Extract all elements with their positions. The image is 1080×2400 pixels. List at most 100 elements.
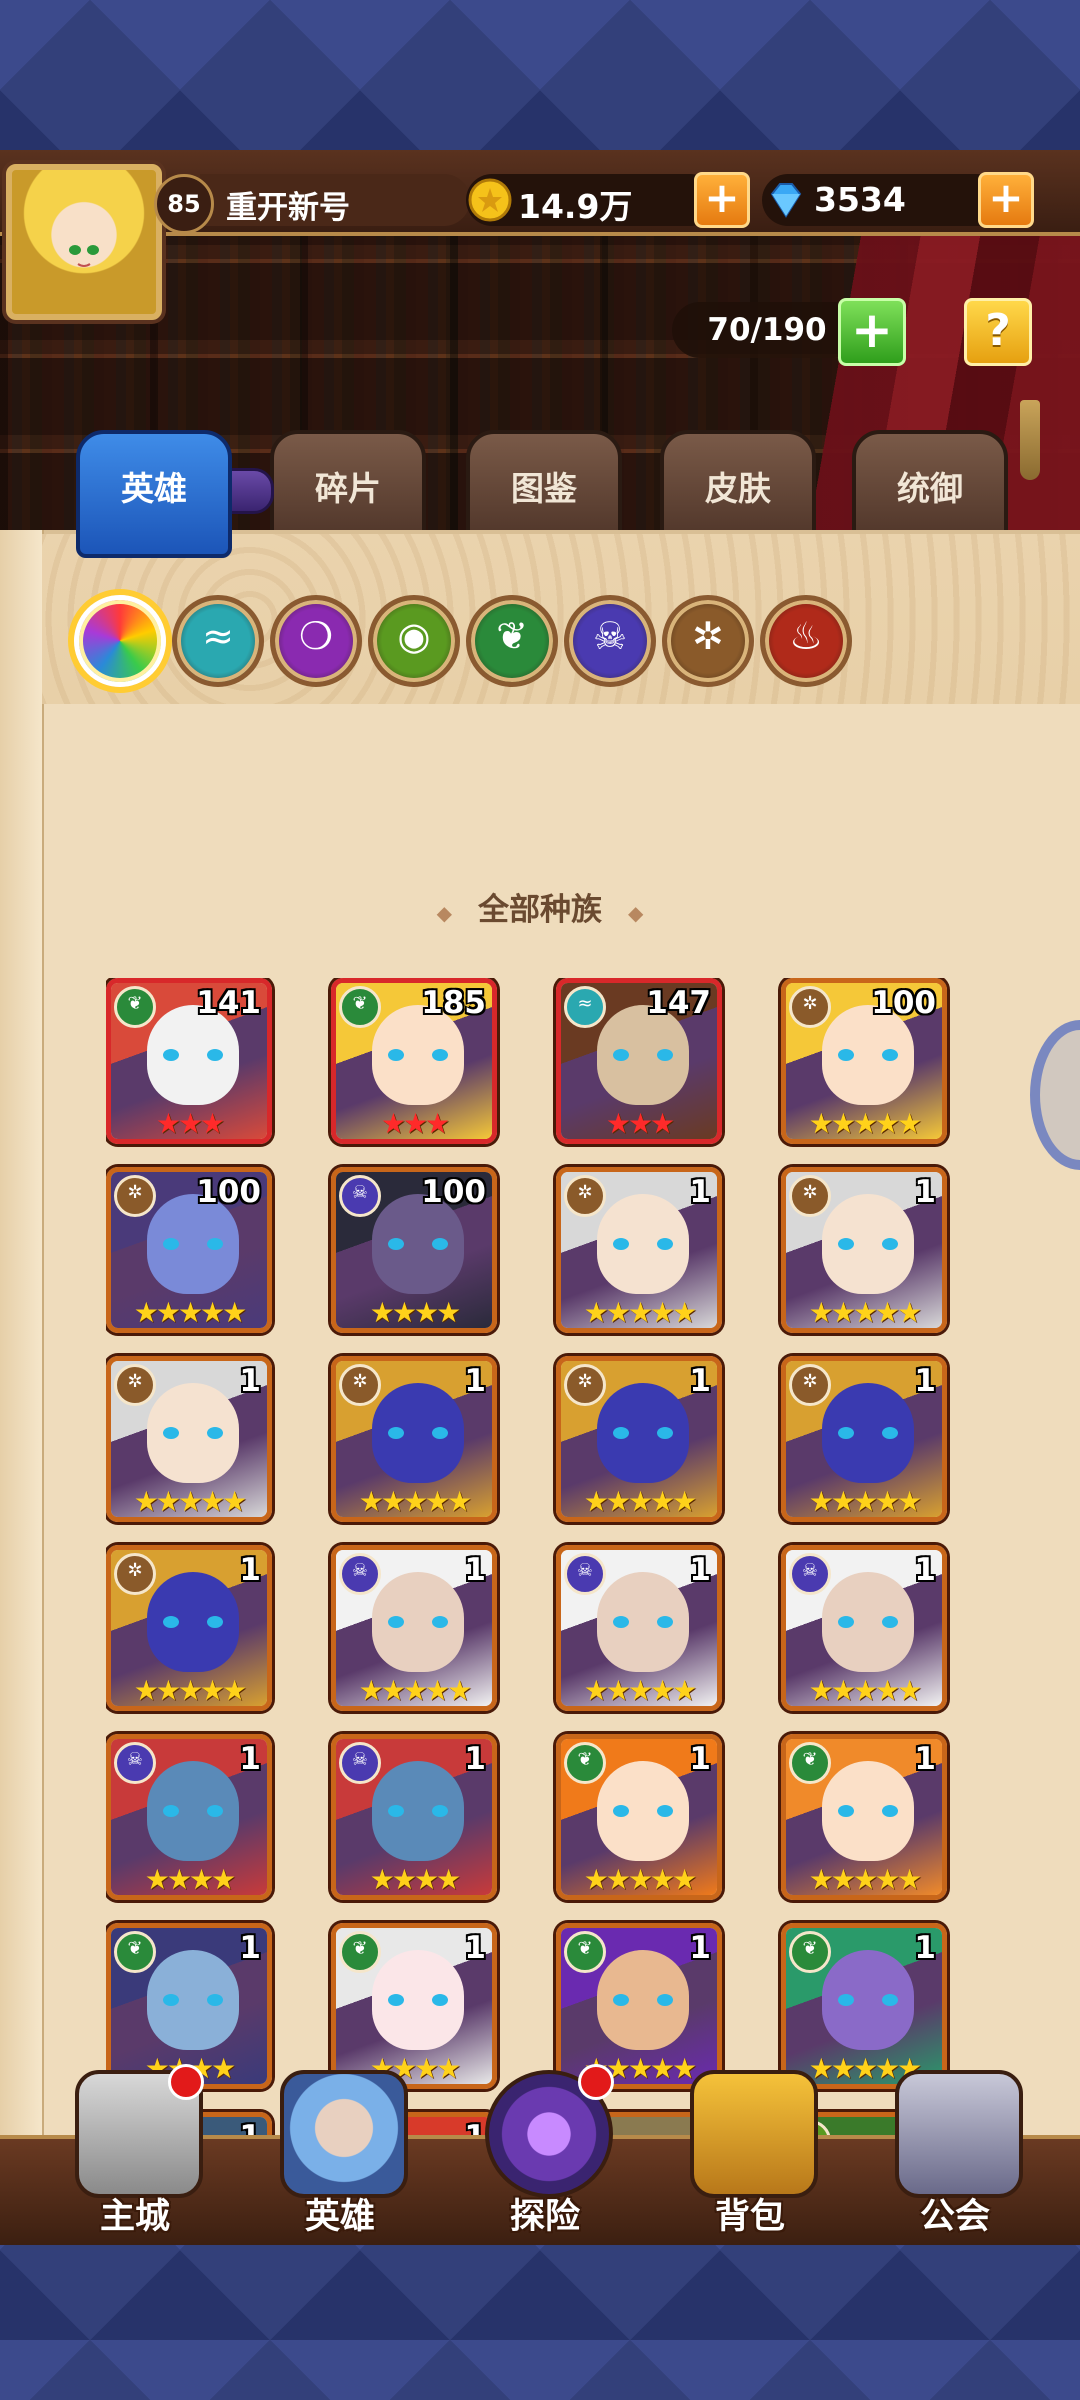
hero-card[interactable]: ❦ 185 ★★★ (331, 978, 497, 1144)
abyss-race-icon: ☠ (114, 1742, 156, 1784)
nav-label: 公会 (919, 2197, 990, 2237)
hero-card[interactable]: ☠ 1 ★★★★★ (331, 1545, 497, 1711)
diamond-counter: 3534 (762, 174, 1002, 226)
hero-stars: ★★★★★ (808, 1863, 923, 1896)
race-filter-fortress-purple[interactable]: ❍ (270, 595, 362, 687)
hero-level: 1 (689, 1741, 711, 1777)
hero-eye (207, 1049, 223, 1061)
leaf-icon: ❦ (496, 614, 528, 658)
light-race-icon: ✲ (564, 1175, 606, 1217)
hero-eye (388, 1049, 404, 1061)
nav-guild-tower[interactable]: 公会 (870, 2060, 1040, 2245)
nav-castle[interactable]: 主城 (50, 2060, 220, 2245)
hero-level: 1 (239, 1741, 261, 1777)
hero-eye (207, 1616, 223, 1628)
hero-card[interactable]: ✲ 1 ★★★★★ (781, 1356, 947, 1522)
hero-card[interactable]: ❦ 1 ★★★★★ (556, 1734, 722, 1900)
gold-amount: 14.9万 (518, 187, 633, 226)
race-filter-tide[interactable]: ≈ (172, 595, 264, 687)
hero-card[interactable]: ✲ 100 ★★★★★ (106, 1167, 272, 1333)
race-filter-shadow[interactable]: ♨ (760, 595, 852, 687)
hero-eye (882, 1238, 898, 1250)
wave-icon: ≈ (202, 614, 234, 658)
hero-face (372, 1572, 464, 1672)
hero-card[interactable]: ☠ 1 ★★★★ (106, 1734, 272, 1900)
hero-card[interactable]: ✲ 1 ★★★★★ (556, 1167, 722, 1333)
hero-eye (163, 1427, 179, 1439)
hero-eye (838, 1805, 854, 1817)
hero-eye (432, 1427, 448, 1439)
hero-stars: ★★★★ (369, 1296, 461, 1329)
hero-level: 185 (421, 985, 486, 1021)
race-filter-forest-green[interactable]: ◉ (368, 595, 460, 687)
hero-card[interactable]: ✲ 100 ★★★★★ (781, 978, 947, 1144)
hero-eye (163, 1049, 179, 1061)
hero-eye (432, 1994, 448, 2006)
hero-eye (613, 1427, 629, 1439)
light-race-icon: ✲ (114, 1553, 156, 1595)
add-diamond-button[interactable]: + (978, 172, 1034, 228)
hero-card[interactable]: ✲ 1 ★★★★★ (556, 1356, 722, 1522)
hero-card[interactable]: ☠ 1 ★★★★ (331, 1734, 497, 1900)
eye-icon: ◉ (397, 614, 431, 658)
hero-face (822, 1383, 914, 1483)
hero-stars: ★★★★★ (133, 1296, 248, 1329)
leaf-race-icon: ❦ (789, 1931, 831, 1973)
hero-card[interactable]: ☠ 1 ★★★★★ (556, 1545, 722, 1711)
player-avatar[interactable] (6, 164, 162, 320)
expand-capacity-button[interactable]: + (838, 298, 906, 366)
hero-card[interactable]: ☠ 100 ★★★★ (331, 1167, 497, 1333)
race-filter-abyss[interactable]: ☠ (564, 595, 656, 687)
hero-eye (838, 1238, 854, 1250)
nav-portal[interactable]: 探险 (460, 2060, 630, 2245)
nav-label: 主城 (99, 2197, 170, 2237)
nav-hero-portrait[interactable]: 英雄 (255, 2060, 425, 2245)
hero-card[interactable]: ✲ 1 ★★★★★ (781, 1167, 947, 1333)
gold-coin-icon (468, 178, 512, 222)
hero-eye (657, 1427, 673, 1439)
hero-stars: ★★★★ (369, 1863, 461, 1896)
hero-stars: ★★★★★ (133, 1674, 248, 1707)
add-gold-button[interactable]: + (694, 172, 750, 228)
hero-eye (657, 1616, 673, 1628)
race-filter-nature[interactable]: ❦ (466, 595, 558, 687)
hero-eye (882, 1805, 898, 1817)
hero-eye (207, 1427, 223, 1439)
hero-card[interactable]: ☠ 1 ★★★★★ (781, 1545, 947, 1711)
tab-heroes[interactable]: 英雄 (76, 430, 232, 558)
hero-level: 147 (646, 985, 711, 1021)
hero-level: 100 (196, 1174, 261, 1210)
hero-level: 1 (464, 1741, 486, 1777)
hero-level: 1 (914, 1552, 936, 1588)
hero-card[interactable]: ✲ 1 ★★★★★ (106, 1356, 272, 1522)
hero-level: 1 (464, 1552, 486, 1588)
game-screen: 85 重开新号 14.9万 + 3534 + 70/190 + ? 英雄 碎片 … (0, 150, 1080, 2245)
hero-eye (163, 1805, 179, 1817)
hero-eye (838, 1427, 854, 1439)
hero-level: 1 (464, 1363, 486, 1399)
nav-backpack[interactable]: 背包 (665, 2060, 835, 2245)
hero-eye (882, 1994, 898, 2006)
help-button[interactable]: ? (964, 298, 1032, 366)
hero-eye (432, 1049, 448, 1061)
skull-icon: ☠ (592, 614, 628, 658)
diamond-icon (770, 183, 802, 218)
hero-face (372, 1761, 464, 1861)
player-name-plate[interactable]: 重开新号 (200, 174, 470, 226)
hero-level: 141 (196, 985, 261, 1021)
hero-card[interactable]: ❦ 141 ★★★ (106, 978, 272, 1144)
hero-face (147, 1950, 239, 2050)
flame-icon: ♨ (788, 614, 824, 658)
hero-face (147, 1572, 239, 1672)
hero-card[interactable]: ≈147 ★★★ (556, 978, 722, 1144)
race-filter-light[interactable]: ✲ (662, 595, 754, 687)
hero-eye (882, 1616, 898, 1628)
race-filter-all[interactable] (74, 595, 166, 687)
hero-card[interactable]: ❦ 1 ★★★★★ (781, 1734, 947, 1900)
abyss-race-icon: ☠ (789, 1553, 831, 1595)
leaf-race-icon: ❦ (114, 986, 156, 1028)
hero-card[interactable]: ✲ 1 ★★★★★ (106, 1545, 272, 1711)
leaf-race-icon: ❦ (339, 1931, 381, 1973)
hero-eye (163, 1994, 179, 2006)
hero-card[interactable]: ✲ 1 ★★★★★ (331, 1356, 497, 1522)
